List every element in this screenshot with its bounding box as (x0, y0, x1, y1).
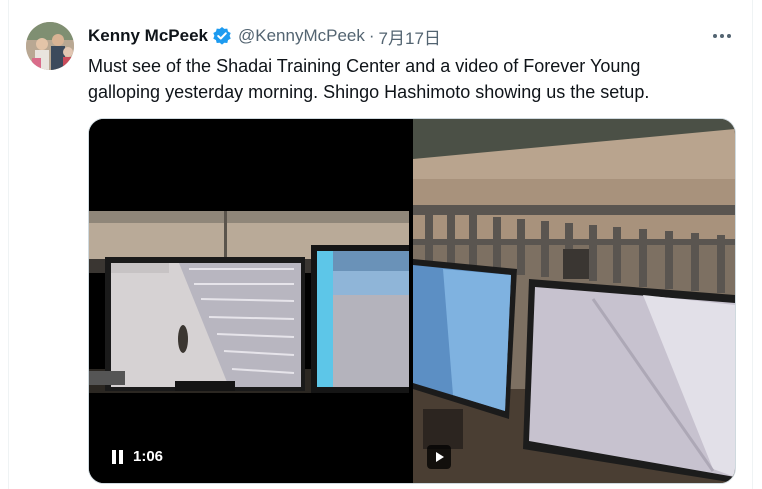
author-name[interactable]: Kenny McPeek (88, 26, 208, 46)
video-frame (89, 119, 409, 483)
media-grid: 1:06 (88, 118, 736, 484)
play-icon[interactable] (427, 445, 451, 469)
media-image[interactable] (413, 119, 735, 483)
more-options-icon[interactable] (708, 24, 736, 48)
more-dot (727, 34, 731, 38)
video-player[interactable]: 1:06 (89, 119, 409, 483)
timeline-left-border (8, 0, 9, 489)
timeline-right-border (752, 0, 753, 489)
more-dot (720, 34, 724, 38)
header-separator: · (368, 26, 375, 45)
pause-icon[interactable] (111, 449, 125, 465)
more-dot (713, 34, 717, 38)
author-avatar[interactable] (26, 22, 74, 70)
verified-badge-icon[interactable] (212, 26, 232, 46)
image-frame (413, 119, 735, 483)
video-duration: 1:06 (133, 448, 164, 465)
tweet-text: Must see of the Shadai Training Center a… (88, 56, 650, 102)
tweet-date[interactable]: 7月17日 (379, 24, 441, 49)
author-handle[interactable]: @KennyMcPeek (238, 26, 365, 46)
tweet-header: Kenny McPeek @KennyMcPeek · 7月17日 (88, 24, 441, 48)
